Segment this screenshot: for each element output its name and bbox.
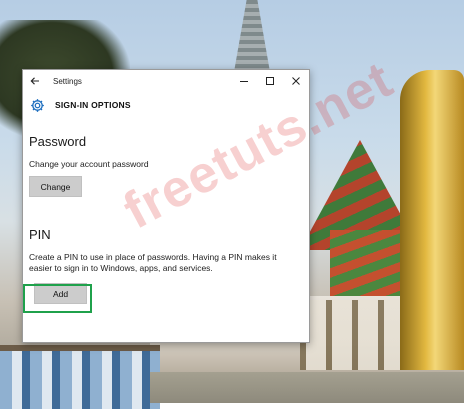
pin-description-line: Create a PIN to use in place of password… (29, 252, 277, 262)
pin-description-line: easier to sign in to Windows, apps, and … (29, 263, 213, 273)
settings-window: Settings SIGN-IN OPTIONS Password Change… (22, 69, 310, 343)
title-bar: Settings (23, 70, 309, 92)
pin-description: Create a PIN to use in place of password… (29, 252, 309, 274)
add-button-highlight (23, 284, 92, 313)
maximize-icon[interactable] (257, 70, 283, 92)
page-header: SIGN-IN OPTIONS (23, 92, 309, 118)
password-heading: Password (29, 134, 87, 149)
pin-heading: PIN (29, 227, 51, 242)
close-icon[interactable] (283, 70, 309, 92)
wallpaper-wall (150, 372, 464, 403)
password-description: Change your account password (29, 159, 149, 169)
minimize-icon[interactable] (231, 70, 257, 92)
settings-content: Password Change your account password Ch… (23, 134, 309, 304)
wallpaper-planter (0, 345, 160, 409)
back-arrow-icon[interactable] (23, 70, 47, 92)
gear-icon (29, 97, 45, 113)
page-title: SIGN-IN OPTIONS (55, 100, 131, 110)
wallpaper-golden-statue (400, 70, 464, 370)
change-password-button[interactable]: Change (29, 176, 82, 197)
window-title: Settings (53, 76, 82, 86)
